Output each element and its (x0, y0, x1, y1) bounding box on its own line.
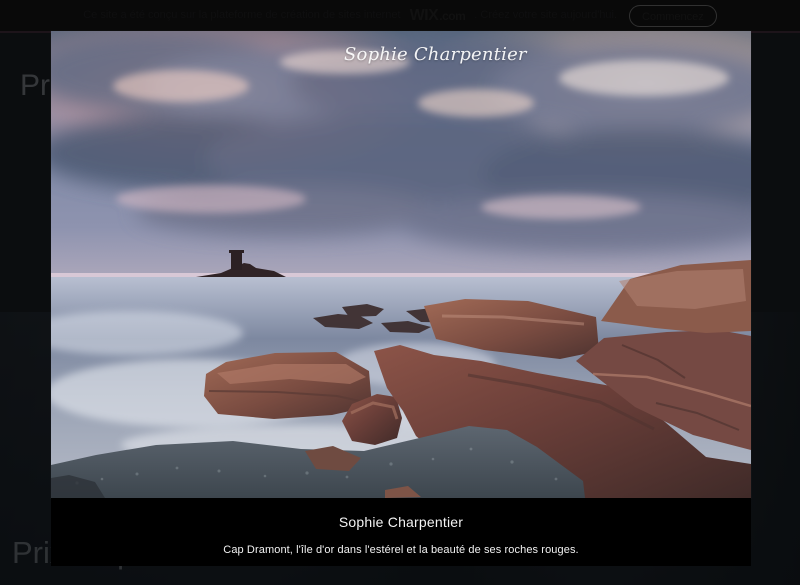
start-button[interactable]: Commencez (629, 4, 717, 27)
wix-promo-banner: Ce site a été conçu sur la plateforme de… (0, 0, 800, 31)
caption-title: Sophie Charpentier (338, 514, 464, 530)
caption-description: Cap Dramont, l'île d'or dans l'estérel e… (223, 544, 579, 556)
wix-logo-name: WIX (409, 6, 439, 24)
wix-logo-tld: .com (439, 8, 466, 23)
wix-banner-suffix: . Créez votre site aujourd'hui. (474, 9, 618, 21)
lightbox-photo[interactable] (51, 31, 751, 498)
seascape-photo-art (51, 31, 751, 498)
lightbox: Sophie Charpentier (51, 31, 751, 498)
lightbox-caption: Sophie Charpentier Cap Dramont, l'île d'… (51, 498, 751, 566)
wix-logo: WIX.com (409, 6, 466, 24)
wix-banner-prefix: Ce site a été conçu sur la plateforme de… (83, 9, 401, 21)
page: Pr Prix du public Ce site a été conçu su… (0, 0, 800, 585)
